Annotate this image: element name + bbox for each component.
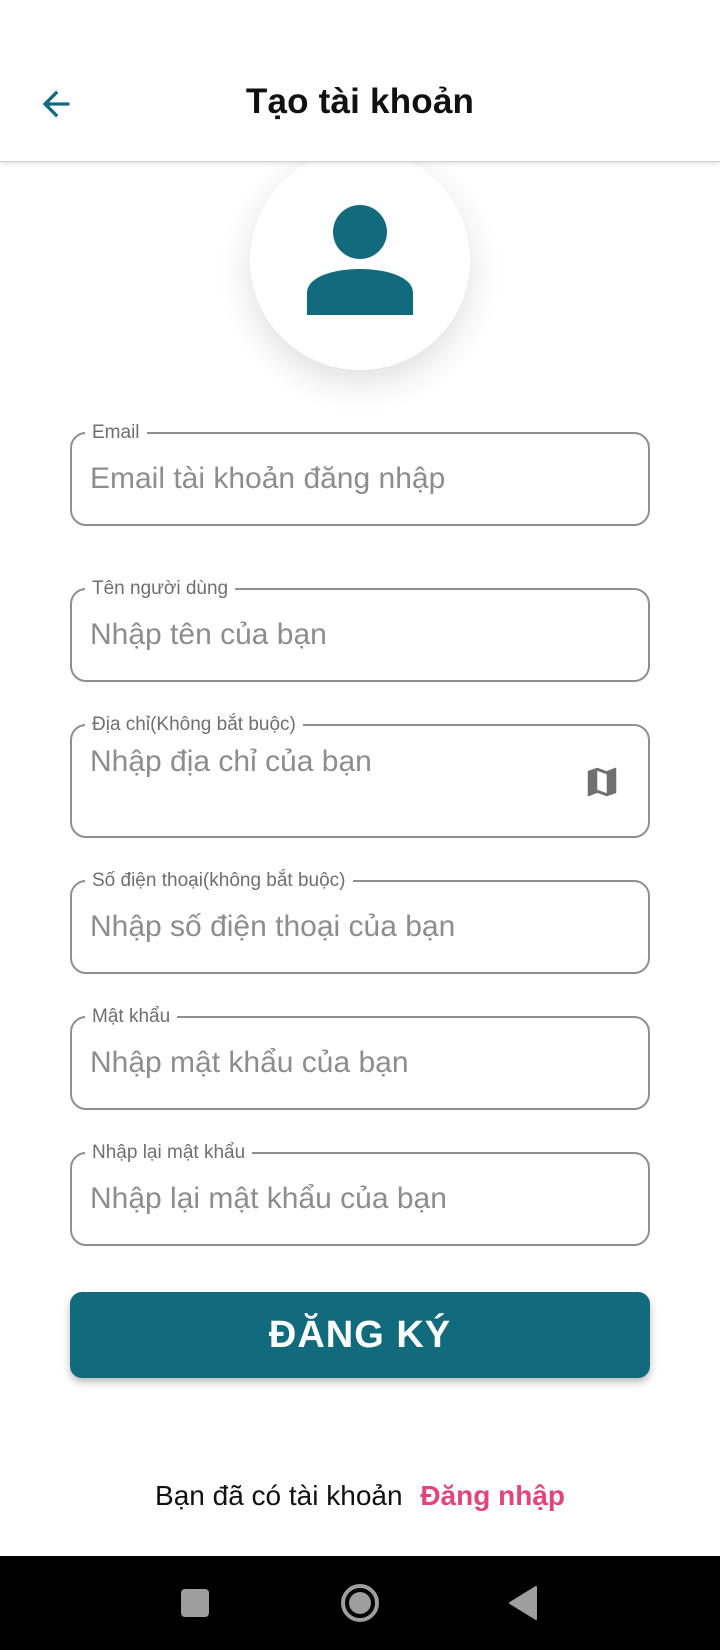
phone-input[interactable]	[90, 882, 630, 972]
address-label: Địa chỉ(Không bắt buộc)	[85, 714, 303, 736]
login-prompt: Bạn đã có tài khoản Đăng nhập	[0, 1480, 720, 1512]
password-field: Mật khẩu	[70, 1006, 650, 1110]
recent-apps-button[interactable]	[170, 1578, 220, 1628]
password-input[interactable]	[90, 1018, 630, 1108]
system-back-button[interactable]	[498, 1578, 548, 1628]
home-icon	[341, 1584, 379, 1622]
person-icon	[307, 205, 413, 315]
address-field: Địa chỉ(Không bắt buộc)	[70, 714, 650, 838]
recent-apps-icon	[181, 1589, 209, 1617]
address-input[interactable]	[90, 744, 568, 814]
app-bar: Tạo tài khoản	[0, 0, 720, 162]
login-prompt-text: Bạn đã có tài khoản	[155, 1480, 403, 1511]
email-input[interactable]	[90, 434, 630, 524]
back-icon	[509, 1586, 537, 1620]
username-input[interactable]	[90, 590, 630, 680]
confirm-password-input[interactable]	[90, 1154, 630, 1244]
login-link[interactable]: Đăng nhập	[420, 1480, 565, 1511]
home-button[interactable]	[335, 1578, 385, 1628]
map-picker-button[interactable]	[582, 762, 622, 802]
system-nav-bar	[0, 1556, 720, 1650]
phone-field: Số điện thoại(không bắt buộc)	[70, 870, 650, 974]
page-title: Tạo tài khoản	[245, 82, 475, 121]
email-field: Email	[70, 422, 650, 526]
map-icon	[587, 767, 617, 797]
confirm-password-field: Nhập lại mật khẩu	[70, 1142, 650, 1246]
username-field: Tên người dùng	[70, 578, 650, 682]
avatar[interactable]	[250, 150, 470, 370]
register-button[interactable]: ĐĂNG KÝ	[70, 1292, 650, 1378]
